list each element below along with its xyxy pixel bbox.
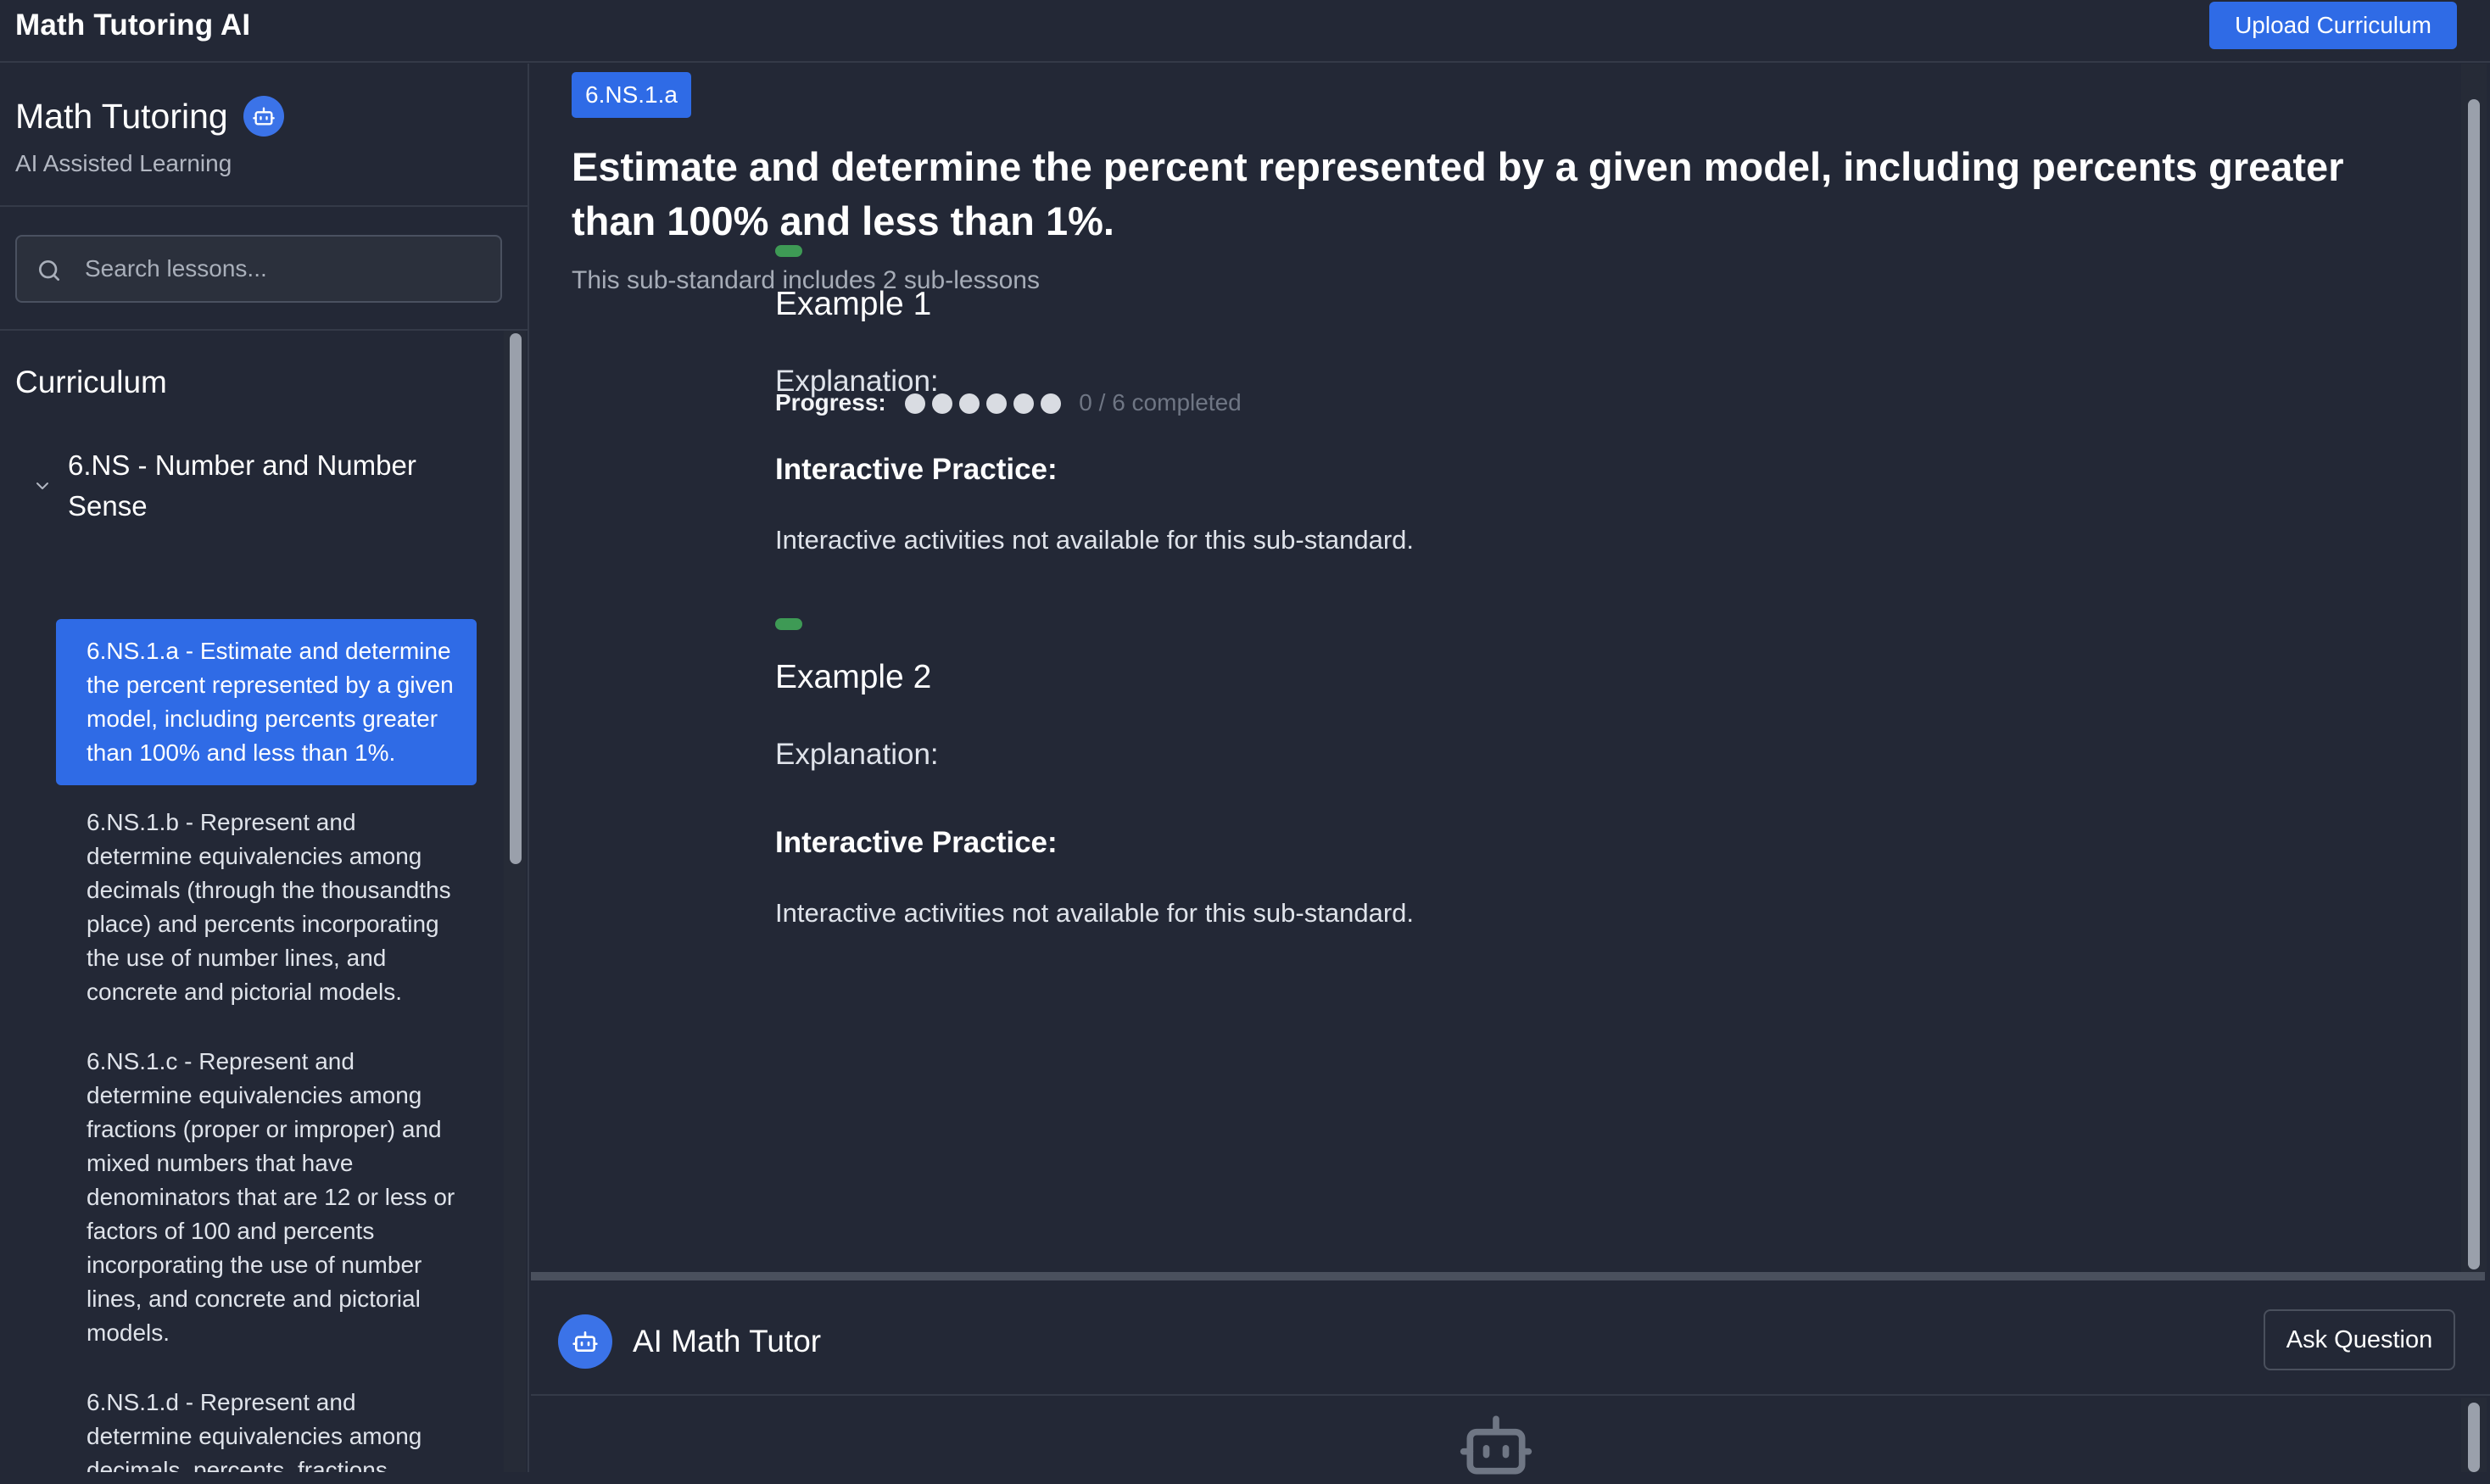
content-scrollbar-thumb[interactable] bbox=[2468, 99, 2480, 1269]
top-bar: Math Tutoring AI Upload Curriculum bbox=[0, 0, 2490, 63]
lesson-item-label: 6.NS.1.d - Represent and determine equiv… bbox=[87, 1389, 422, 1472]
ask-question-button[interactable]: Ask Question bbox=[2264, 1309, 2455, 1370]
standard-tag: 6.NS.1.a bbox=[572, 72, 691, 118]
lesson-item-label: 6.NS.1.c - Represent and determine equiv… bbox=[87, 1048, 455, 1346]
divider bbox=[0, 205, 528, 207]
lesson-content: 6.NS.1.a Estimate and determine the perc… bbox=[531, 64, 2490, 1272]
interactive-practice-note: Interactive activities not available for… bbox=[775, 525, 1414, 555]
progress-dot bbox=[1013, 393, 1034, 415]
lesson-item[interactable]: 6.NS.1.b - Represent and determine equiv… bbox=[56, 790, 477, 1024]
upload-curriculum-button[interactable]: Upload Curriculum bbox=[2209, 2, 2457, 49]
panel-resize-handle[interactable] bbox=[531, 1272, 2485, 1280]
progress-dot bbox=[985, 393, 1007, 415]
divider bbox=[0, 329, 528, 331]
progress-count: 0 / 6 completed bbox=[1079, 388, 1242, 416]
interactive-practice-title: Interactive Practice: bbox=[775, 453, 1058, 486]
brand-subtitle: AI Assisted Learning bbox=[15, 150, 232, 176]
status-pill bbox=[775, 618, 802, 630]
search-icon bbox=[39, 260, 59, 281]
brand-title: Math Tutoring bbox=[15, 97, 228, 136]
interactive-practice-note: Interactive activities not available for… bbox=[775, 898, 1414, 928]
robot-icon bbox=[243, 96, 285, 137]
sidebar-brand: Math Tutoring bbox=[15, 92, 285, 143]
status-pill bbox=[775, 245, 802, 257]
chevron-down-icon[interactable] bbox=[32, 476, 53, 496]
ai-tutor-panel: AI Math Tutor Ask Question bbox=[531, 1280, 2490, 1475]
robot-icon bbox=[558, 1314, 612, 1369]
lesson-item[interactable]: 6.NS.1.c - Represent and determine equiv… bbox=[56, 1029, 477, 1365]
example-explanation-label: Explanation: bbox=[775, 365, 939, 398]
search-input[interactable] bbox=[85, 248, 483, 289]
progress-dot bbox=[958, 393, 980, 415]
curriculum-group-title[interactable]: 6.NS - Number and Number Sense bbox=[68, 445, 475, 527]
sidebar: Math Tutoring AI Assisted Learning Curri… bbox=[0, 64, 529, 1472]
example-explanation-label: Explanation: bbox=[775, 738, 939, 771]
lesson-item[interactable]: 6.NS.1.d - Represent and determine equiv… bbox=[56, 1370, 477, 1472]
ai-tutor-title: AI Math Tutor bbox=[633, 1324, 822, 1358]
tutor-scrollbar-thumb[interactable] bbox=[2468, 1403, 2480, 1472]
example-title: Example 1 bbox=[775, 286, 932, 322]
lesson-item-active[interactable]: 6.NS.1.a - Estimate and determine the pe… bbox=[56, 619, 477, 785]
interactive-practice-title: Interactive Practice: bbox=[775, 826, 1058, 859]
curriculum-title: Curriculum bbox=[15, 365, 167, 399]
example-title: Example 2 bbox=[775, 659, 932, 695]
lesson-item-label: 6.NS.1.b - Represent and determine equiv… bbox=[87, 809, 451, 1005]
progress-dot bbox=[1040, 393, 1061, 415]
lesson-item-label: 6.NS.1.a - Estimate and determine the pe… bbox=[87, 638, 454, 766]
robot-icon bbox=[1460, 1415, 1533, 1475]
app-title: Math Tutoring AI bbox=[15, 8, 251, 42]
search-box[interactable] bbox=[15, 235, 502, 303]
lesson-list: 6.NS.1.a - Estimate and determine the pe… bbox=[56, 619, 477, 1472]
ai-tutor-header: AI Math Tutor Ask Question bbox=[531, 1280, 2490, 1396]
sidebar-scrollbar-thumb[interactable] bbox=[510, 333, 522, 864]
page-title: Estimate and determine the percent repre… bbox=[572, 144, 2344, 243]
